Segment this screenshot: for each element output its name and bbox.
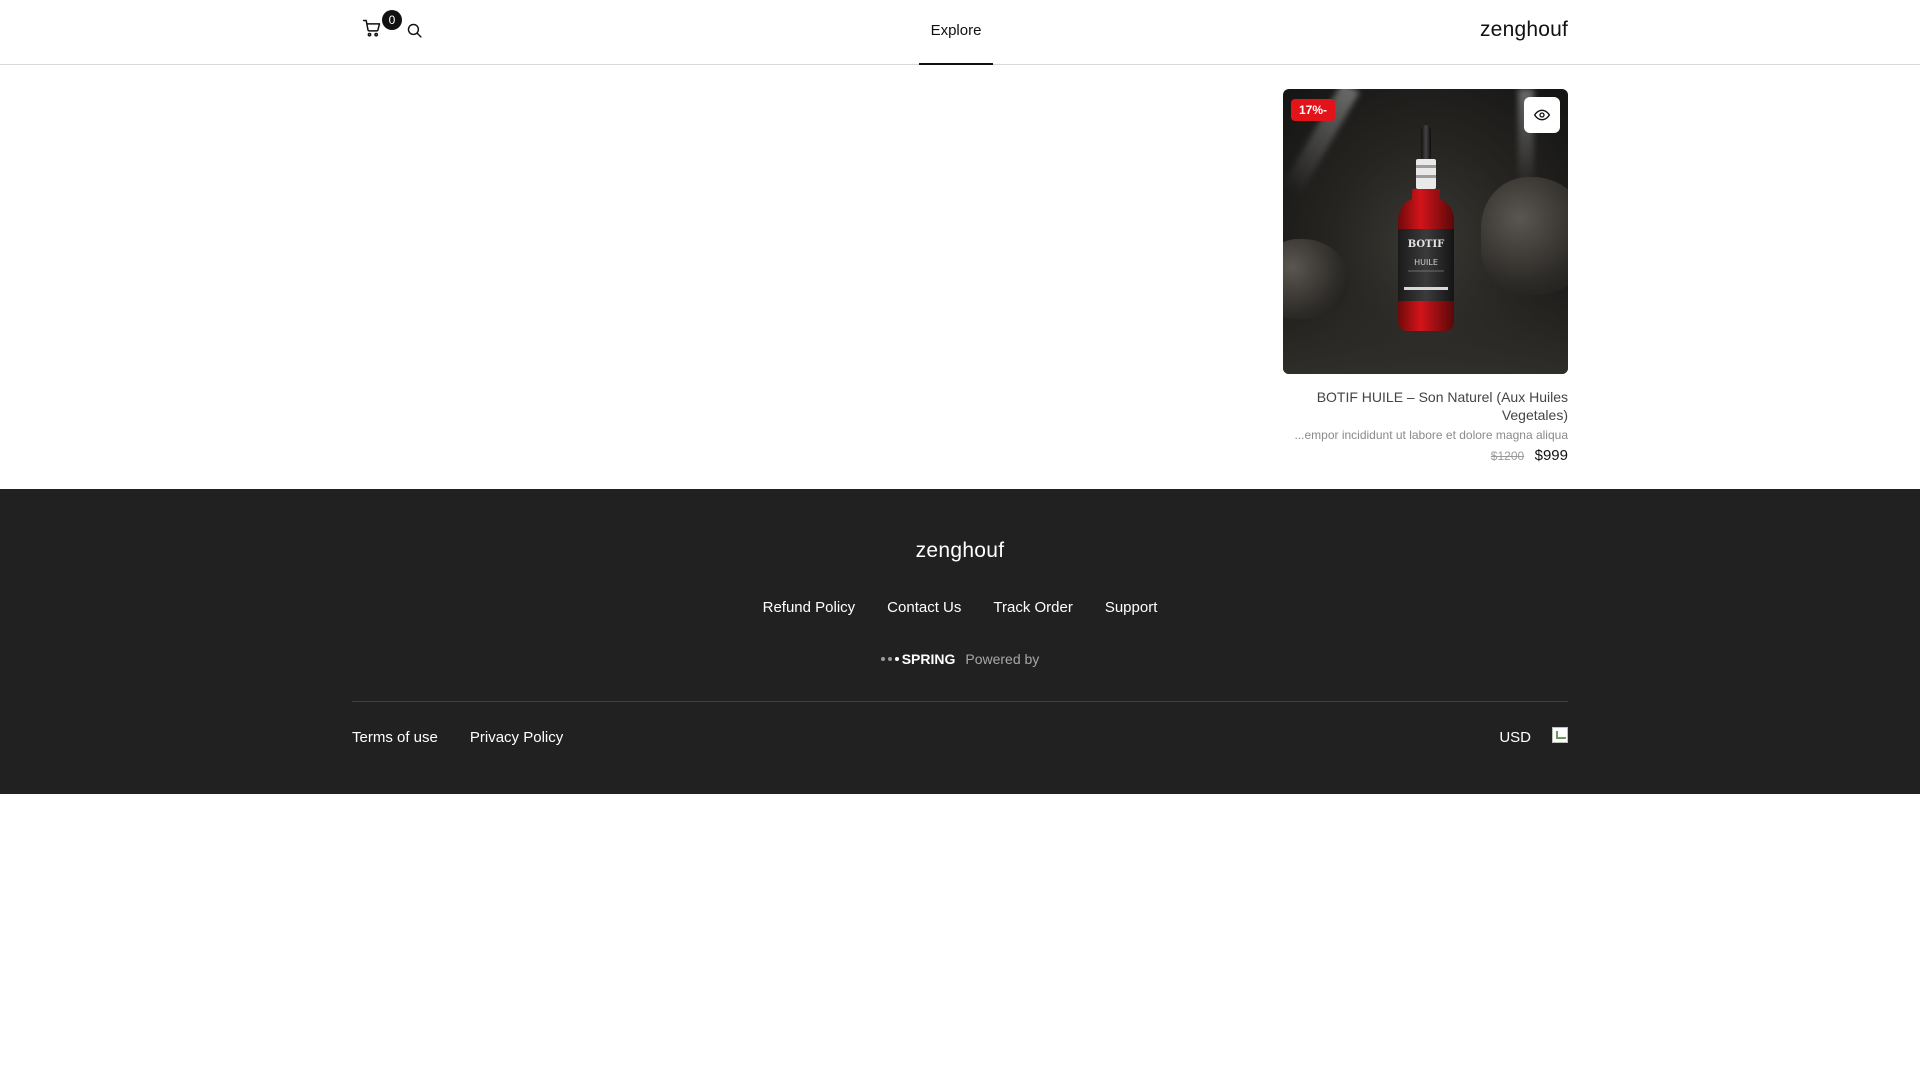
product-title[interactable]: BOTIF HUILE – Son Naturel (Aux Huiles Ve… [1283, 388, 1568, 424]
header-inner: 0 Explore zenghouf [352, 0, 1568, 65]
cart-button[interactable]: 0 [362, 10, 402, 40]
privacy-policy-link[interactable]: Privacy Policy [470, 729, 563, 746]
site-header: 0 Explore zenghouf [0, 0, 1920, 65]
footer-link-support[interactable]: Support [1105, 599, 1158, 616]
powered-by: SPRING Powered by [0, 651, 1920, 667]
spring-logo-text: SPRING [901, 651, 956, 667]
footer-links: Refund Policy Contact Us Track Order Sup… [0, 599, 1920, 616]
product-current-price: $999 [1534, 447, 1568, 464]
serum-bottle-image: BOTIF HUILE [1398, 125, 1454, 331]
product-old-price: $1200 [1490, 449, 1525, 463]
eye-icon [1534, 109, 1550, 121]
footer-link-contact-us[interactable]: Contact Us [887, 599, 961, 616]
footer-link-refund-policy[interactable]: Refund Policy [763, 599, 856, 616]
search-button[interactable] [406, 22, 424, 40]
product-card[interactable]: BOTIF HUILE 17%- BOTIF HUILE – Son Natur… [1283, 89, 1568, 465]
discount-badge: 17%- [1291, 99, 1336, 121]
currency-selector[interactable]: USD [1499, 729, 1531, 746]
footer-bottom: Terms of use Privacy Policy USD [352, 727, 1568, 753]
cart-count-badge: 0 [382, 10, 402, 30]
site-logo[interactable]: zenghouf [1480, 18, 1568, 42]
spring-logo[interactable]: SPRING [880, 651, 956, 667]
rock-right [1481, 177, 1568, 295]
flag-icon[interactable] [1552, 727, 1568, 743]
footer-divider [352, 701, 1568, 702]
site-footer: zenghouf Refund Policy Contact Us Track … [0, 489, 1920, 794]
product-price: $1200 $999 [1283, 447, 1568, 465]
footer-logo[interactable]: zenghouf [0, 539, 1920, 563]
bottle-label-brand: BOTIF [1408, 239, 1445, 250]
quick-view-button[interactable] [1524, 97, 1560, 133]
spring-dot-icon [894, 657, 899, 661]
bottle-label-sub: HUILE [1414, 258, 1438, 267]
spring-dot-icon [880, 657, 885, 661]
powered-by-text: Powered by [965, 651, 1040, 667]
nav-explore-tab[interactable]: Explore [919, 0, 993, 65]
cart-icon [362, 19, 381, 37]
product-image[interactable]: BOTIF HUILE 17%- [1283, 89, 1568, 374]
product-description: ...empor incididunt ut labore et dolore … [1294, 428, 1568, 442]
search-icon [407, 23, 422, 38]
legal-links: Terms of use Privacy Policy [352, 729, 563, 746]
terms-of-use-link[interactable]: Terms of use [352, 729, 438, 746]
footer-link-track-order[interactable]: Track Order [993, 599, 1072, 616]
spring-dot-icon [887, 657, 892, 661]
